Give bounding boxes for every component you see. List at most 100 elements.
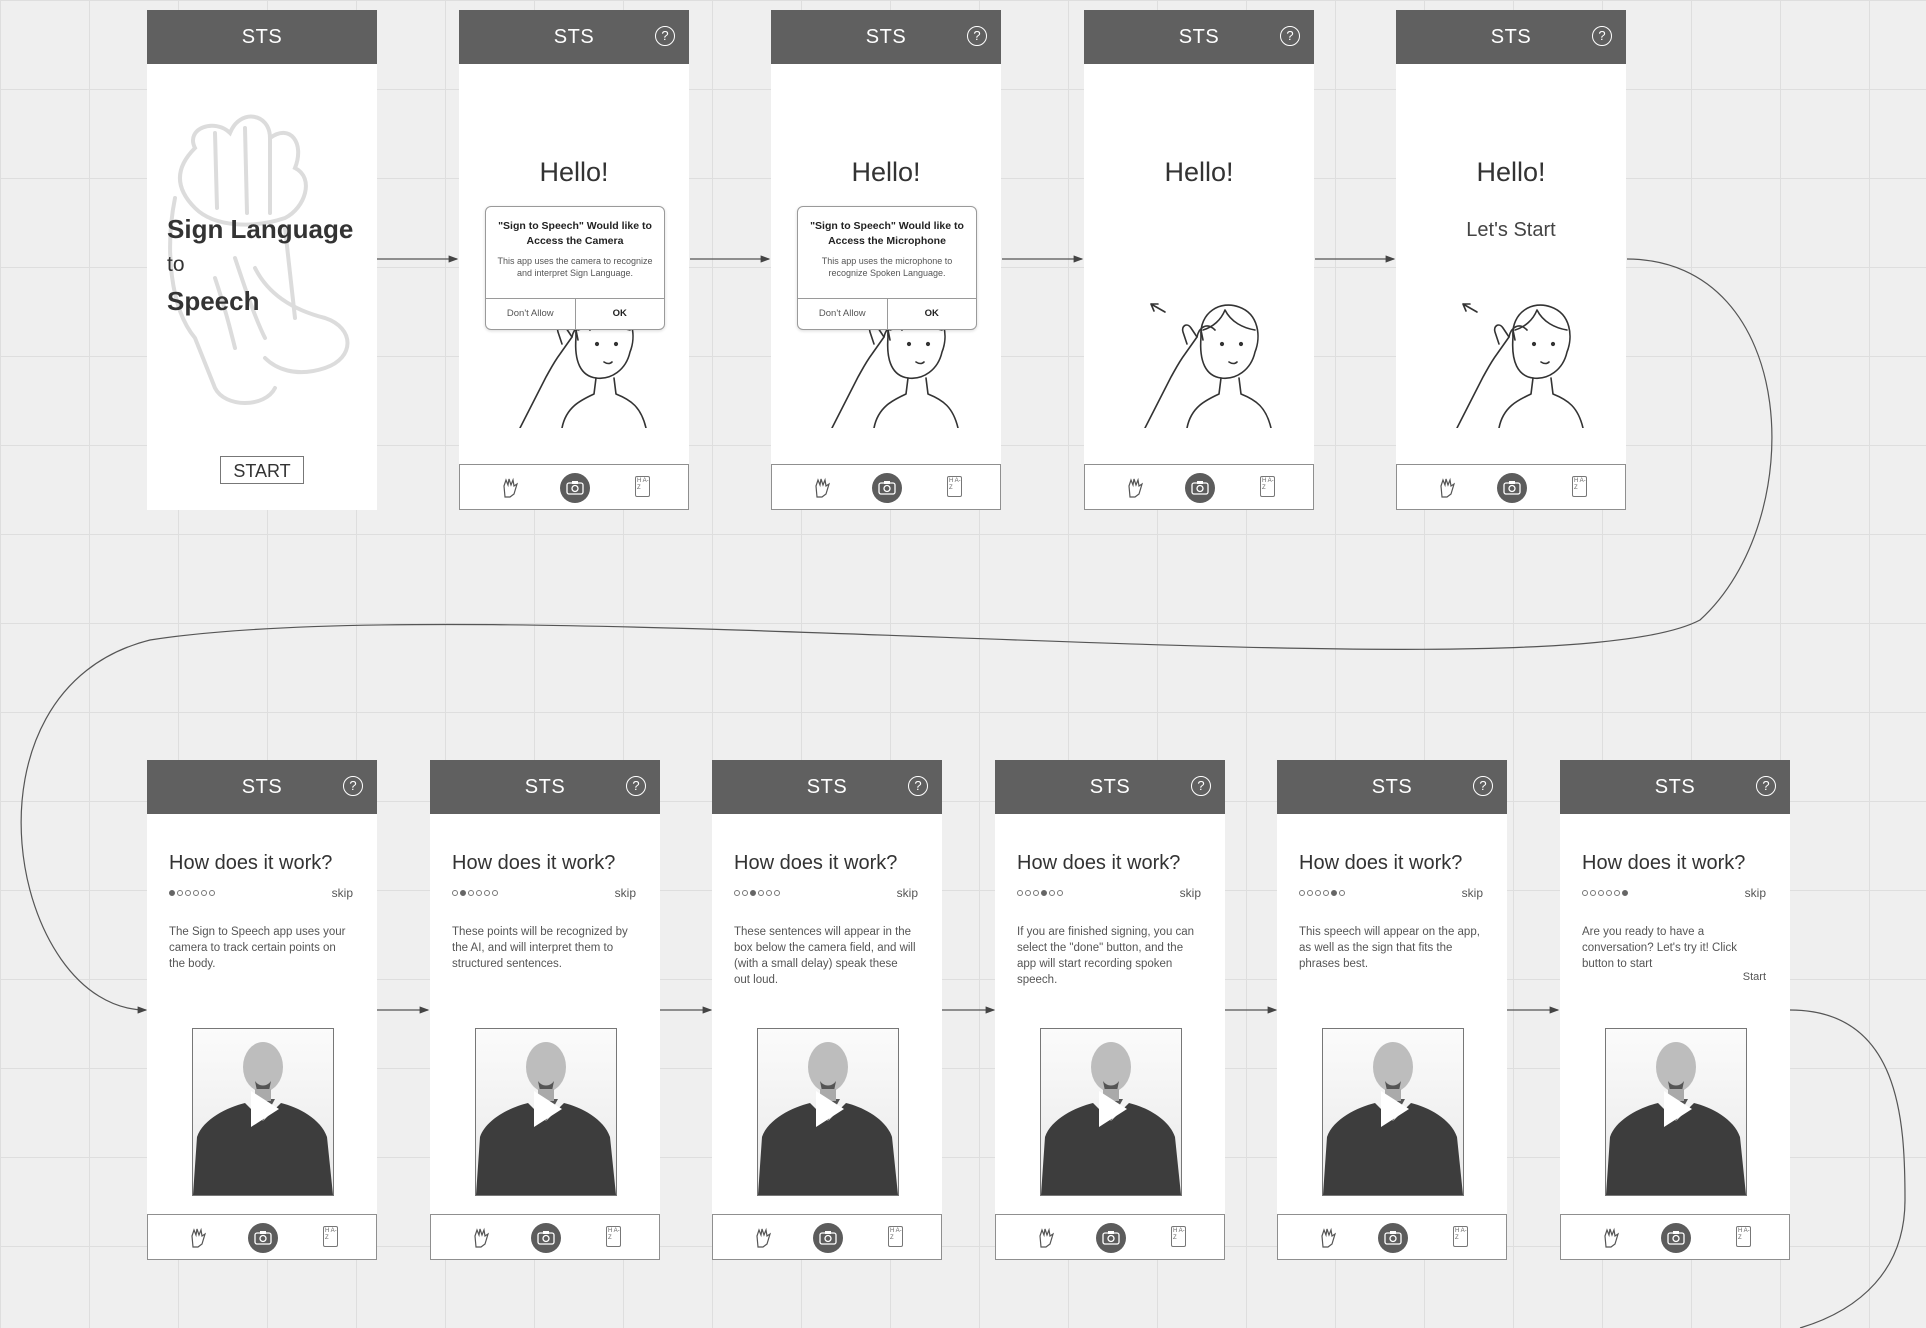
play-icon[interactable] [251,1091,279,1127]
hand-sign-icon[interactable] [1437,476,1457,498]
bottom-nav: H A-Z [1560,1214,1790,1260]
dictionary-icon[interactable]: H A-Z [1260,476,1275,497]
step-dot [766,890,772,896]
help-icon[interactable]: ? [655,26,675,46]
tutorial-video[interactable] [1322,1028,1464,1196]
ok-button[interactable]: OK [574,299,665,329]
screen-camera-permission: STS ? Hello! "Sign to Speech" Would like… [459,10,689,510]
start-button[interactable]: START [220,456,304,484]
skip-link[interactable]: skip [1462,886,1483,900]
play-icon[interactable] [534,1091,562,1127]
screen-how-step-6: STS ? How does it work? skip Are you rea… [1560,760,1790,1260]
tutorial-video[interactable] [1605,1028,1747,1196]
help-icon[interactable]: ? [1473,776,1493,796]
help-icon[interactable]: ? [343,776,363,796]
screen-how-step-2: STS ? How does it work? skip These point… [430,760,660,1260]
camera-button[interactable] [531,1223,561,1253]
help-icon[interactable]: ? [908,776,928,796]
help-icon[interactable]: ? [626,776,646,796]
play-icon[interactable] [1664,1091,1692,1127]
dictionary-label: H A-Z [325,1228,337,1241]
play-icon[interactable] [816,1091,844,1127]
tutorial-video[interactable] [757,1028,899,1196]
hand-sign-icon[interactable] [1601,1226,1621,1248]
hand-sign-icon[interactable] [188,1226,208,1248]
step-dot [1049,890,1055,896]
step-dot [201,890,207,896]
dictionary-icon[interactable]: H A-Z [323,1226,338,1247]
step-dot [1622,890,1628,896]
step-dot [1614,890,1620,896]
camera-button[interactable] [872,473,902,503]
help-icon[interactable]: ? [1191,776,1211,796]
hand-sign-icon[interactable] [1318,1226,1338,1248]
camera-button[interactable] [248,1223,278,1253]
dictionary-icon[interactable]: H A-Z [888,1226,903,1247]
help-icon[interactable]: ? [1592,26,1612,46]
how-title: How does it work? [452,852,616,874]
skip-link[interactable]: skip [615,886,636,900]
dictionary-icon[interactable]: H A-Z [635,476,650,497]
skip-link[interactable]: skip [332,886,353,900]
hand-sign-icon[interactable] [1036,1226,1056,1248]
camera-button[interactable] [1661,1223,1691,1253]
dialog-body: This app uses the camera to recognize an… [497,256,653,278]
app-title: STS [1178,25,1220,48]
camera-button[interactable] [813,1223,843,1253]
dictionary-label: H A-Z [949,478,961,491]
dictionary-icon[interactable]: H A-Z [1572,476,1587,497]
dont-allow-button[interactable]: Don't Allow [486,299,575,329]
app-title: STS [524,775,566,798]
screen-mic-permission: STS ? Hello! "Sign to Speech" Would like… [771,10,1001,510]
dictionary-label: H A-Z [637,478,649,491]
camera-button[interactable] [1497,473,1527,503]
skip-link[interactable]: skip [1745,886,1766,900]
start-link[interactable]: Start [1743,971,1766,983]
step-description: The Sign to Speech app uses your camera … [169,926,346,970]
play-icon[interactable] [1381,1091,1409,1127]
camera-button[interactable] [1378,1223,1408,1253]
dictionary-icon[interactable]: H A-Z [1171,1226,1186,1247]
camera-button[interactable] [1185,473,1215,503]
skip-link[interactable]: skip [897,886,918,900]
camera-icon [1191,481,1209,495]
help-icon[interactable]: ? [1756,776,1776,796]
hand-sign-icon[interactable] [1125,476,1145,498]
step-dot [452,890,458,896]
hand-sign-icon[interactable] [500,476,520,498]
step-dot [209,890,215,896]
step-indicator [1582,890,1628,896]
app-header: STS ? [1277,760,1507,814]
tutorial-video[interactable] [1040,1028,1182,1196]
bottom-nav: H A-Z [771,464,1001,510]
help-icon[interactable]: ? [967,26,987,46]
hand-sign-icon[interactable] [812,476,832,498]
step-dot [177,890,183,896]
hand-sign-icon[interactable] [753,1226,773,1248]
splash-title: Sign Language to Speech [167,211,353,319]
help-icon[interactable]: ? [1280,26,1300,46]
step-dot [492,890,498,896]
step-dot [742,890,748,896]
dictionary-icon[interactable]: H A-Z [606,1226,621,1247]
ok-button[interactable]: OK [886,299,977,329]
app-header: STS ? [771,10,1001,64]
step-dot [468,890,474,896]
dont-allow-button[interactable]: Don't Allow [798,299,887,329]
play-icon[interactable] [1099,1091,1127,1127]
dictionary-icon[interactable]: H A-Z [947,476,962,497]
dictionary-label: H A-Z [1262,478,1274,491]
hand-sign-icon[interactable] [471,1226,491,1248]
tutorial-video[interactable] [192,1028,334,1196]
dictionary-icon[interactable]: H A-Z [1453,1226,1468,1247]
dictionary-icon[interactable]: H A-Z [1736,1226,1751,1247]
tutorial-video[interactable] [475,1028,617,1196]
dialog-buttons: Don't Allow OK [486,298,664,329]
step-description: These sentences will appear in the box b… [734,926,916,986]
step-indicator [1017,890,1063,896]
app-header: STS ? [1560,760,1790,814]
camera-button[interactable] [560,473,590,503]
skip-link[interactable]: skip [1180,886,1201,900]
step-description: Are you ready to have a conversation? Le… [1582,926,1737,970]
camera-button[interactable] [1096,1223,1126,1253]
